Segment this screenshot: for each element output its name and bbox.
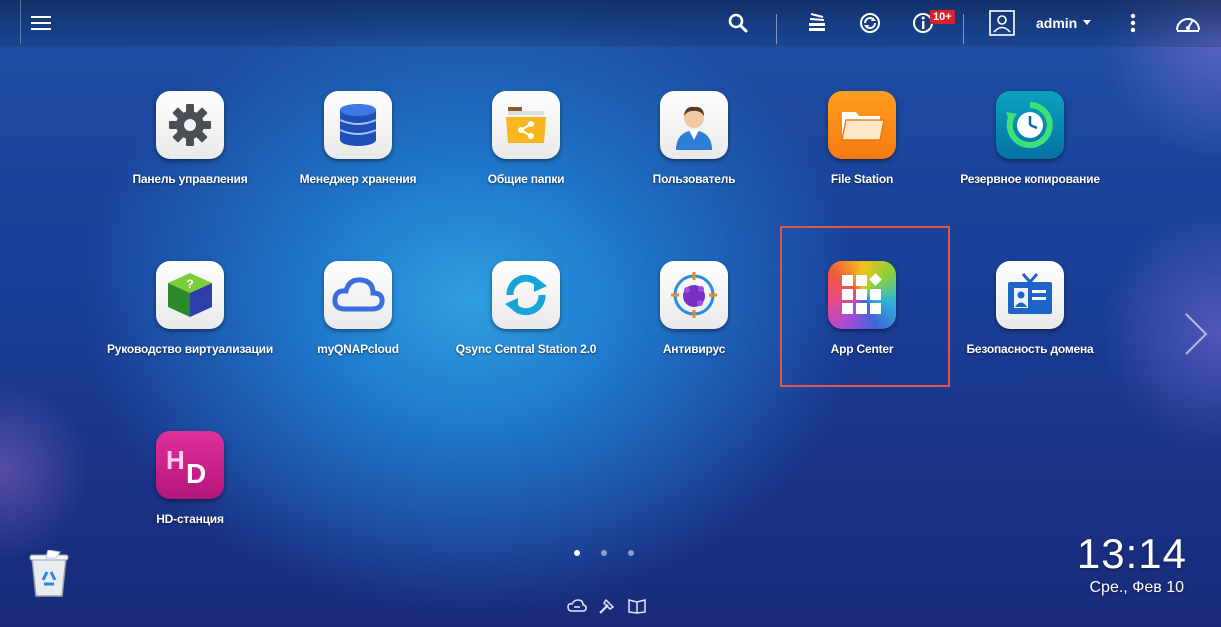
app-qsync[interactable]: Qsync Central Station 2.0 bbox=[441, 261, 611, 358]
app-label: HD-станция bbox=[156, 512, 224, 526]
menu-icon[interactable] bbox=[26, 0, 56, 46]
chevron-down-icon bbox=[1083, 20, 1092, 25]
cube-icon: ? bbox=[156, 261, 224, 329]
highlight-frame bbox=[780, 226, 950, 387]
toolbar-separator bbox=[776, 14, 777, 44]
task-stack-icon[interactable] bbox=[803, 0, 831, 46]
user-avatar-icon bbox=[660, 91, 728, 159]
sync-icon[interactable] bbox=[856, 0, 884, 46]
svg-text:H: H bbox=[166, 445, 185, 475]
chevron-right-icon[interactable] bbox=[1182, 310, 1210, 363]
user-menu[interactable]: admin bbox=[1036, 0, 1098, 46]
app-backup[interactable]: Резервное копирование bbox=[945, 91, 1115, 188]
app-file-station[interactable]: File Station bbox=[777, 91, 947, 188]
app-hd-station[interactable]: H D HD-станция bbox=[105, 431, 275, 528]
app-label: Qsync Central Station 2.0 bbox=[455, 342, 597, 356]
notification-badge: 10+ bbox=[930, 10, 955, 24]
app-label: myQNAPcloud bbox=[317, 342, 399, 356]
app-storage-manager[interactable]: Менеджер хранения bbox=[273, 91, 443, 188]
app-control-panel[interactable]: Панель управления bbox=[105, 91, 275, 188]
svg-text:D: D bbox=[186, 458, 206, 485]
app-antivirus[interactable]: Антивирус bbox=[609, 261, 779, 358]
app-myqnapcloud[interactable]: myQNAPcloud bbox=[273, 261, 443, 358]
more-icon[interactable] bbox=[1122, 0, 1144, 46]
app-label: Антивирус bbox=[662, 342, 726, 356]
app-virtualization-guide[interactable]: ? Руководство виртуализации bbox=[105, 261, 275, 358]
left-edge-divider bbox=[0, 0, 21, 44]
dashboard-icon[interactable] bbox=[1172, 0, 1204, 46]
bottom-toolbar bbox=[566, 596, 648, 616]
page-indicator bbox=[574, 550, 634, 556]
virus-target-icon bbox=[660, 261, 728, 329]
tools-icon[interactable] bbox=[596, 596, 618, 616]
app-label: Руководство виртуализации bbox=[106, 342, 274, 356]
id-badge-icon bbox=[996, 261, 1064, 329]
sync-arrows-icon bbox=[492, 261, 560, 329]
app-label: Резервное копирование bbox=[960, 172, 1100, 186]
user-icon[interactable] bbox=[987, 0, 1017, 46]
recycle-bin-icon[interactable] bbox=[26, 549, 72, 603]
cloud-icon bbox=[324, 261, 392, 329]
page-dot[interactable] bbox=[628, 550, 634, 556]
app-label: Безопасность домена bbox=[966, 342, 1094, 356]
database-icon bbox=[324, 91, 392, 159]
app-label: Панель управления bbox=[132, 172, 248, 186]
page-dot[interactable] bbox=[601, 550, 607, 556]
backup-clock-icon bbox=[996, 91, 1064, 159]
cloud-link-icon[interactable] bbox=[566, 596, 588, 616]
app-label: Пользователь bbox=[652, 172, 736, 186]
svg-text:?: ? bbox=[186, 277, 193, 291]
app-label: Общие папки bbox=[487, 172, 565, 186]
toolbar-separator bbox=[963, 14, 964, 44]
app-label: File Station bbox=[830, 172, 894, 186]
app-shared-folders[interactable]: Общие папки bbox=[441, 91, 611, 188]
clock-date: Сре., Фев 10 bbox=[1089, 579, 1185, 596]
shared-folder-icon bbox=[492, 91, 560, 159]
page-dot[interactable] bbox=[574, 550, 580, 556]
app-users[interactable]: Пользователь bbox=[609, 91, 779, 188]
app-domain-security[interactable]: Безопасность домена bbox=[945, 261, 1115, 358]
clock-time: 13:14 bbox=[1076, 530, 1187, 577]
book-icon[interactable] bbox=[626, 596, 648, 616]
hd-icon: H D bbox=[156, 431, 224, 499]
gear-icon bbox=[156, 91, 224, 159]
folder-icon bbox=[828, 91, 896, 159]
top-bar: 10+ admin bbox=[0, 0, 1221, 47]
user-name: admin bbox=[1036, 15, 1078, 31]
app-label: Менеджер хранения bbox=[299, 172, 417, 186]
search-icon[interactable] bbox=[724, 0, 752, 46]
